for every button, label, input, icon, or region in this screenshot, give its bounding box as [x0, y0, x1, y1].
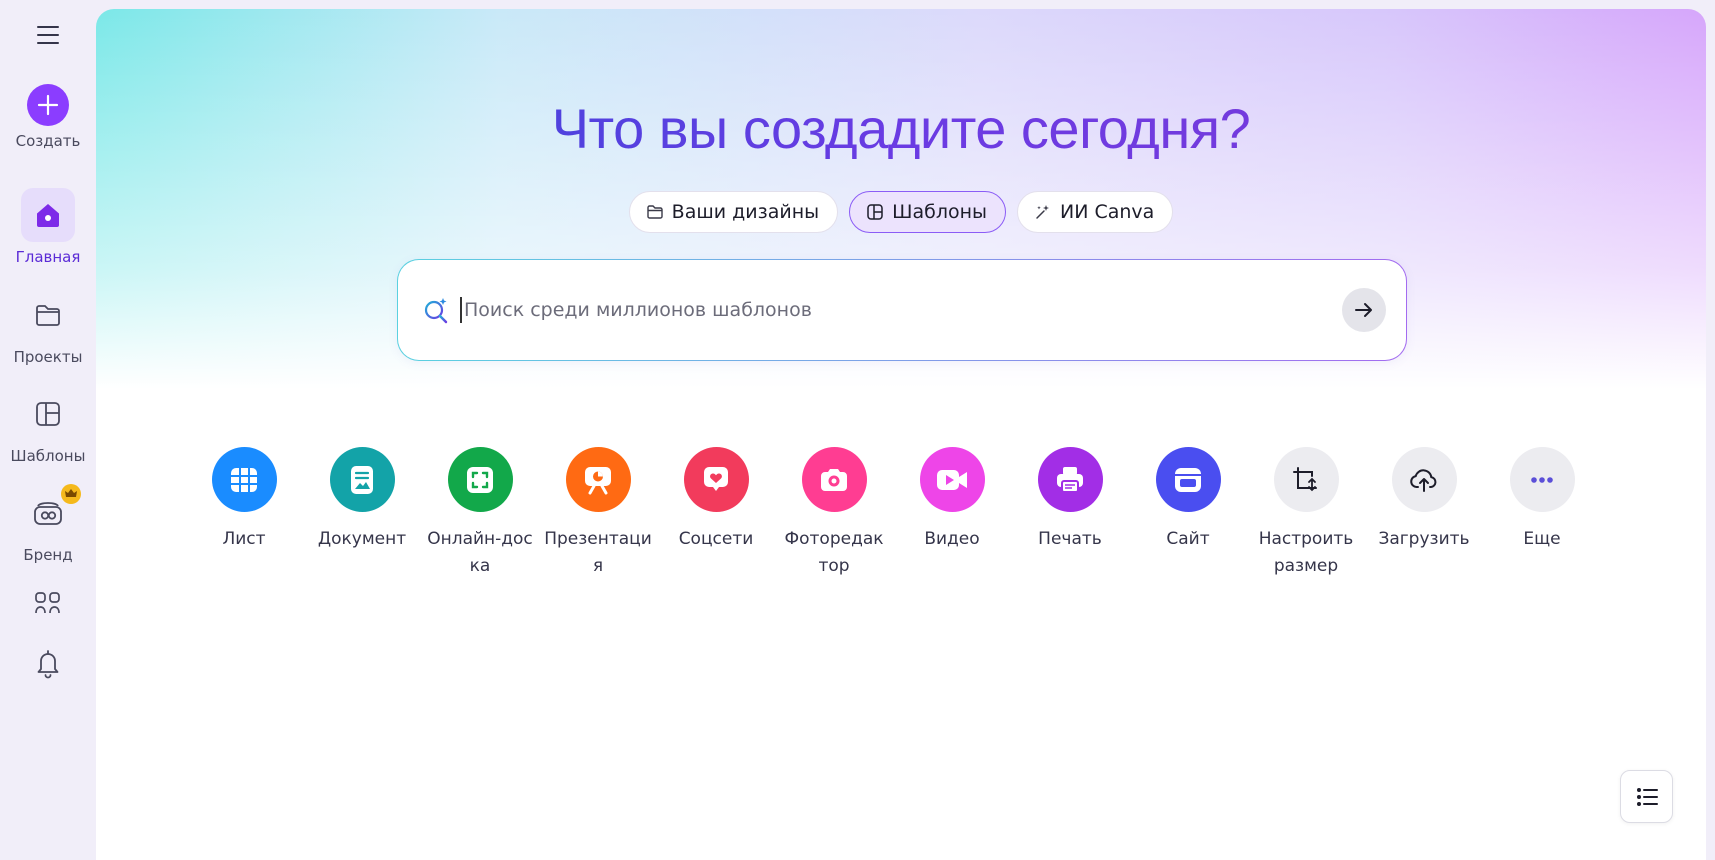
shortcut-more[interactable]: Еще: [1488, 447, 1596, 553]
ai-search-icon: [424, 298, 448, 324]
shortcut-whiteboard[interactable]: Онлайн-доска: [426, 447, 534, 580]
shortcut-label: Соцсети: [678, 529, 754, 549]
sidebar-item-label: Шаблоны: [10, 447, 86, 465]
folder-icon: [646, 205, 663, 219]
menu-icon[interactable]: [33, 20, 63, 50]
website-icon: [1155, 447, 1221, 512]
shortcut-label: Загрузить: [1378, 529, 1470, 549]
shortcut-label: Еще: [1523, 529, 1561, 549]
apps-icon[interactable]: [0, 590, 96, 616]
templates-icon: [867, 204, 883, 220]
sidebar-item-label: Главная: [15, 248, 81, 266]
tab-label: Ваши дизайны: [671, 201, 820, 223]
shortcut-label: Сайт: [1166, 529, 1210, 549]
sheet-icon: [211, 447, 277, 512]
search-box: [397, 259, 1407, 361]
shortcut-website[interactable]: Сайт: [1134, 447, 1242, 553]
social-heart-icon: [683, 447, 749, 512]
shortcut-label: Онлайн-доска: [427, 529, 533, 576]
design-shortcuts: Лист Документ Онлайн-доска Презентация С…: [190, 447, 1610, 587]
tab-label: Шаблоны: [892, 201, 988, 223]
bell-icon[interactable]: [0, 648, 96, 680]
shortcut-sheet[interactable]: Лист: [190, 447, 298, 553]
shortcut-label: Презентация: [544, 529, 652, 576]
sidebar-item-label: Проекты: [13, 348, 83, 366]
templates-icon: [21, 387, 75, 441]
main-panel: Что вы создадите сегодня? Ваши дизайны Ш…: [96, 9, 1706, 860]
video-icon: [919, 447, 985, 512]
tab-label: ИИ Canva: [1060, 201, 1155, 223]
shortcut-resize[interactable]: Настроить размер: [1252, 447, 1360, 580]
whiteboard-icon: [447, 447, 513, 512]
shortcut-photo-editor[interactable]: Фоторедактор: [780, 447, 888, 580]
shortcut-label: Фоторедактор: [784, 529, 884, 576]
shortcut-upload[interactable]: Загрузить: [1370, 447, 1478, 553]
folder-icon: [21, 288, 75, 342]
sidebar-item-label: Бренд: [23, 546, 73, 564]
presentation-icon: [565, 447, 631, 512]
plus-icon: [27, 84, 69, 126]
camera-icon: [801, 447, 867, 512]
search-input[interactable]: [460, 297, 1342, 323]
tab-your-designs[interactable]: Ваши дизайны: [628, 191, 839, 233]
list-icon: [1636, 787, 1658, 806]
home-icon: [21, 188, 75, 242]
sidebar-item-templates[interactable]: Шаблоны: [0, 387, 96, 465]
crown-icon: [61, 484, 81, 504]
more-icon: [1509, 447, 1575, 512]
shortcut-label: Документ: [317, 529, 407, 549]
shortcut-label: Лист: [222, 529, 266, 549]
shortcut-presentation[interactable]: Презентация: [544, 447, 652, 580]
document-icon: [329, 447, 395, 512]
shortcut-print[interactable]: Печать: [1016, 447, 1124, 553]
shortcut-label: Видео: [924, 529, 980, 549]
shortcut-video[interactable]: Видео: [898, 447, 1006, 553]
tabs-bar: Ваши дизайны Шаблоны ИИ Canva: [96, 191, 1706, 233]
sidebar: Создать Главная Проекты Шаблоны Бренд: [0, 0, 96, 860]
create-label: Создать: [15, 132, 81, 150]
list-view-button[interactable]: [1620, 770, 1673, 823]
create-button[interactable]: Создать: [0, 84, 96, 150]
shortcut-label: Печать: [1038, 529, 1102, 549]
shortcut-label: Настроить размер: [1258, 529, 1354, 576]
sparkle-icon: [1036, 205, 1050, 219]
tab-ai-canva[interactable]: ИИ Canva: [1017, 191, 1174, 233]
sidebar-item-brand[interactable]: Бренд: [0, 484, 96, 564]
resize-icon: [1273, 447, 1339, 512]
tab-templates[interactable]: Шаблоны: [849, 191, 1007, 233]
search-submit-button[interactable]: [1342, 288, 1386, 332]
arrow-right-icon: [1355, 303, 1372, 317]
shortcut-social[interactable]: Соцсети: [662, 447, 770, 553]
page-title: Что вы создадите сегодня?: [96, 95, 1706, 162]
sidebar-item-projects[interactable]: Проекты: [0, 288, 96, 366]
sidebar-item-home[interactable]: Главная: [0, 188, 96, 266]
shortcut-document[interactable]: Документ: [308, 447, 416, 553]
printer-icon: [1037, 447, 1103, 512]
upload-icon: [1391, 447, 1457, 512]
